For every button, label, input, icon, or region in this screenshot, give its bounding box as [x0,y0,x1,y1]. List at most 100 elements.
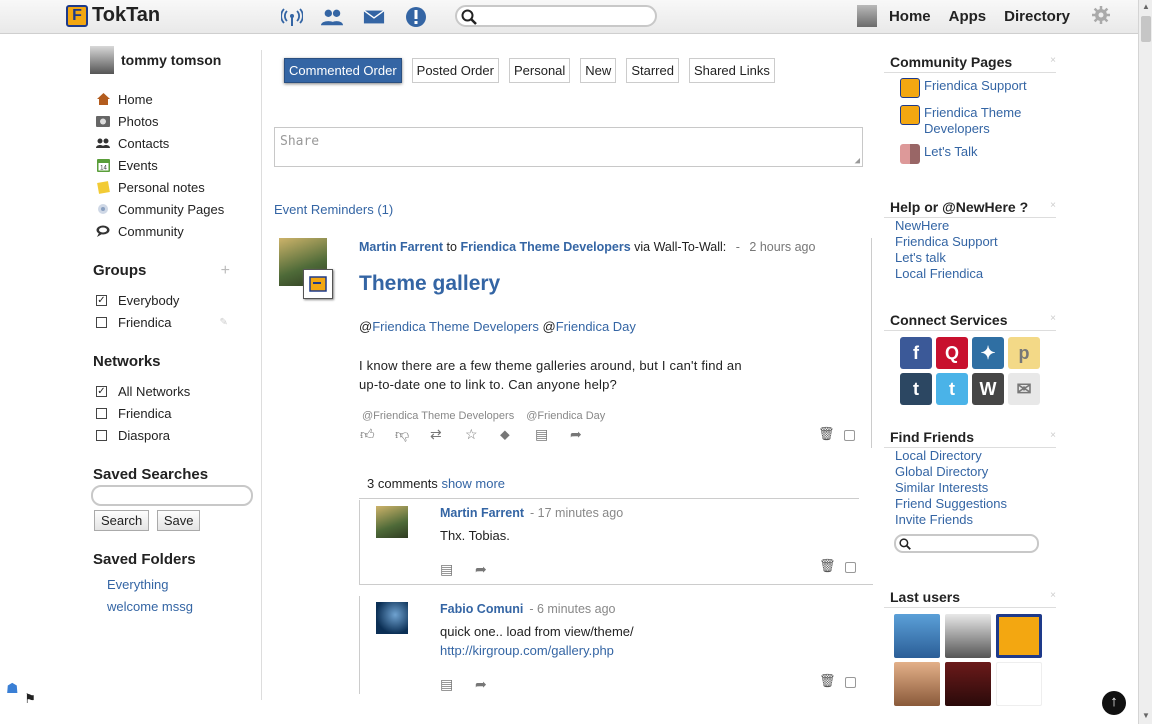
checkbox[interactable] [96,407,107,419]
find-friends-link[interactable]: Local Directory [884,448,1056,464]
folder-welcome-mssg[interactable]: welcome mssg [90,596,260,618]
saved-search-input[interactable] [91,485,253,506]
menu-item-events[interactable]: 14 Events [90,154,260,176]
community-page-link[interactable]: Let's Talk [924,144,978,159]
search-button[interactable]: Search [94,510,150,531]
user-avatar[interactable] [945,662,991,706]
share-input[interactable]: Share ◢ [274,127,863,167]
tag-icon[interactable]: ⬥ [500,426,535,443]
find-friends-link[interactable]: Friend Suggestions [884,496,1056,512]
close-icon[interactable]: × [1050,430,1056,441]
qwitter-icon[interactable]: Q [936,337,968,369]
trash-icon[interactable]: 🗑︎ [819,558,836,574]
robot-icon[interactable]: ☗ [6,680,19,696]
twitter-icon[interactable]: t [936,373,968,405]
contacts-icon[interactable] [321,6,343,28]
wall-to-wall-badge-icon[interactable] [303,269,333,299]
user-avatar[interactable] [996,614,1042,658]
tag-link[interactable]: @Friendica Day [526,410,605,422]
network-item-friendica[interactable]: Friendica [90,402,260,424]
top-search-input[interactable] [455,5,657,27]
trash-icon[interactable]: 🗑︎ [818,426,835,442]
help-link[interactable]: NewHere [884,218,1056,234]
tab-personal[interactable]: Personal [508,58,571,83]
find-friends-link[interactable]: Global Directory [884,464,1056,480]
close-icon[interactable]: × [1050,200,1056,211]
nav-home[interactable]: Home [889,8,931,25]
app-logo[interactable]: F TokTan [66,4,160,27]
menu-item-home[interactable]: Home [90,88,260,110]
comment-author-link[interactable]: Fabio Comuni [440,602,523,616]
tab-commented-order[interactable]: Commented Order [284,58,402,83]
dislike-icon[interactable]: 👎︎ [395,426,430,443]
tag-link[interactable]: @Friendica Theme Developers [362,410,514,422]
checkbox-checked[interactable]: ✓ [96,385,107,397]
comment-author-link[interactable]: Martin Farrent [440,506,524,520]
tab-shared-links[interactable]: Shared Links [688,58,775,83]
checkbox-checked[interactable]: ✓ [96,294,107,306]
comment-avatar[interactable] [376,602,408,634]
wordpress-icon[interactable]: W [972,373,1004,405]
show-more-link[interactable]: show more [441,476,505,491]
like-icon[interactable]: 👍︎ [360,426,395,443]
post-target-link[interactable]: Friendica Theme Developers [460,240,630,254]
select-checkbox[interactable] [845,677,856,688]
user-avatar[interactable] [894,614,940,658]
facebook-icon[interactable]: f [900,337,932,369]
comment-avatar[interactable] [376,506,408,538]
nav-directory[interactable]: Directory [1004,8,1070,25]
statusnet-icon[interactable]: ✦ [972,337,1004,369]
user-avatar[interactable] [894,662,940,706]
menu-item-photos[interactable]: Photos [90,110,260,132]
menu-item-contacts[interactable]: Contacts [90,132,260,154]
tab-starred[interactable]: Starred [626,58,679,83]
add-group-button[interactable]: + [221,262,230,280]
posterous-icon[interactable]: p [1008,337,1040,369]
network-item-all[interactable]: ✓ All Networks [90,380,260,402]
email-icon[interactable]: ✉ [1008,373,1040,405]
flag-icon[interactable]: ⚑ [24,691,36,706]
find-friends-link[interactable]: Similar Interests [884,480,1056,496]
community-page-item[interactable]: Let's Talk [884,142,1056,169]
user-avatar[interactable] [996,662,1042,706]
edit-group-icon[interactable]: ✎ [219,317,227,328]
network-item-diaspora[interactable]: Diaspora [90,424,260,446]
menu-item-personal-notes[interactable]: Personal notes [90,176,260,198]
mention-link[interactable]: Friendica Theme Developers [372,319,539,334]
event-reminders-link[interactable]: Event Reminders (1) [274,202,874,217]
post-author-link[interactable]: Martin Farrent [359,240,443,254]
file-icon[interactable]: ▤ [440,676,475,693]
comment-time[interactable]: - 6 minutes ago [529,602,615,616]
select-checkbox[interactable] [845,562,856,573]
file-icon[interactable]: ▤ [440,561,475,578]
notifications-icon[interactable] [405,6,427,28]
gear-icon[interactable] [1092,5,1110,27]
user-avatar[interactable] [856,5,877,27]
comment-link[interactable]: http://kirgroup.com/gallery.php [440,643,614,658]
scroll-to-top-button[interactable]: ↑ [1102,691,1126,715]
group-item-friendica[interactable]: Friendica ✎ [90,311,260,333]
help-link[interactable]: Let's talk [884,250,1056,266]
community-page-link[interactable]: Friendica Support [924,78,1027,93]
close-icon[interactable]: × [1050,590,1056,601]
community-page-item[interactable]: Friendica Support [884,73,1056,103]
reply-arrow-icon[interactable]: ➦ [475,561,510,578]
post-timestamp[interactable]: 2 hours ago [749,240,815,254]
scroll-thumb[interactable] [1141,16,1151,42]
file-icon[interactable]: ▤ [535,426,570,443]
tab-posted-order[interactable]: Posted Order [411,58,499,83]
profile-header[interactable]: tommy tomson [90,46,260,74]
community-page-link[interactable]: Friendica Theme Developers [924,105,1034,137]
scroll-down-icon[interactable]: ▼ [1142,711,1150,720]
trash-icon[interactable]: 🗑︎ [819,673,836,689]
tumblr-icon[interactable]: t [900,373,932,405]
help-link[interactable]: Friendica Support [884,234,1056,250]
user-avatar[interactable] [945,614,991,658]
close-icon[interactable]: × [1050,55,1056,66]
group-item-everybody[interactable]: ✓ Everybody [90,289,260,311]
help-link[interactable]: Local Friendica [884,266,1056,282]
network-icon[interactable] [281,6,303,28]
profile-avatar[interactable] [90,46,114,74]
mention-link[interactable]: Friendica Day [556,319,636,334]
share-icon[interactable]: ⇄ [430,426,465,443]
